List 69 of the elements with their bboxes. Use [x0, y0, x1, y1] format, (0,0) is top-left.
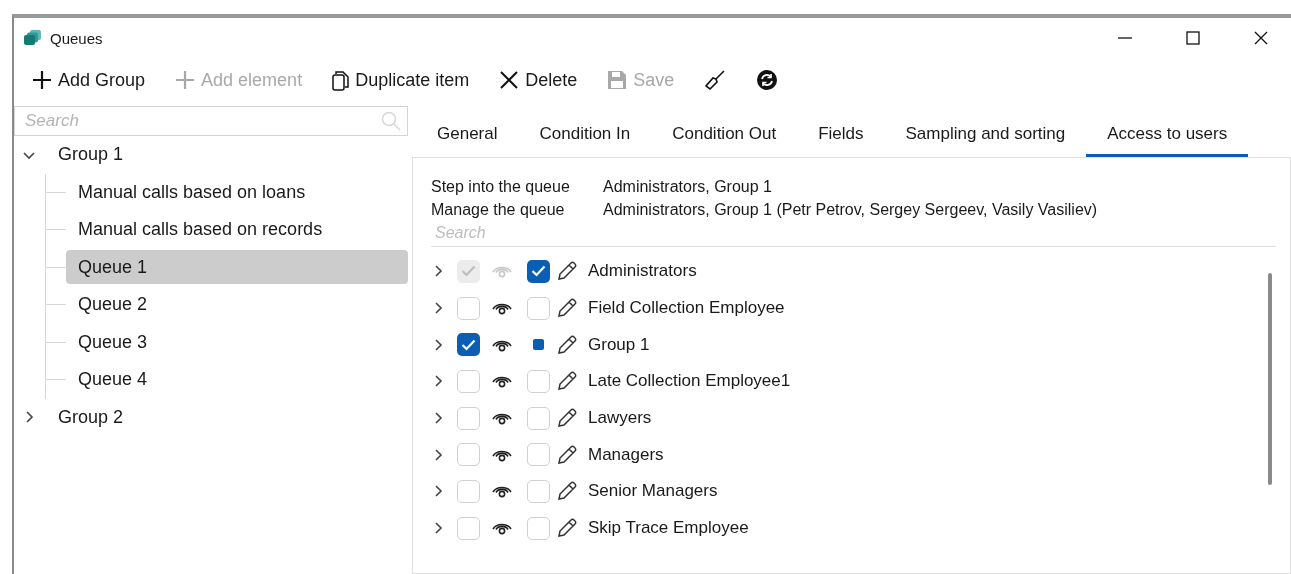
- tab[interactable]: General: [416, 114, 519, 157]
- tree-item[interactable]: Queue 2: [66, 287, 408, 322]
- user-group-name: Administrators: [588, 261, 697, 282]
- pencil-icon: [556, 297, 578, 320]
- pencil-icon: [556, 260, 578, 283]
- copy-icon: [332, 69, 350, 91]
- check-icon: [531, 265, 546, 278]
- tab[interactable]: Sampling and sorting: [884, 114, 1087, 157]
- user-group-name: Managers: [588, 444, 664, 465]
- checkbox[interactable]: [457, 516, 480, 540]
- window-title: Queues: [50, 29, 104, 47]
- tab[interactable]: Condition Out: [651, 114, 798, 157]
- tree-item[interactable]: Queue 1: [66, 250, 408, 285]
- checkbox[interactable]: [457, 479, 480, 503]
- tab[interactable]: Access to users: [1086, 114, 1249, 157]
- close-icon[interactable]: [1253, 30, 1269, 46]
- user-group-name: Skip Trace Employee: [588, 518, 749, 539]
- pencil-icon: [556, 443, 578, 466]
- indeterminate-mark: [533, 339, 544, 351]
- scrollbar[interactable]: [1268, 273, 1272, 485]
- checkbox[interactable]: [527, 443, 550, 467]
- check-icon: [461, 265, 476, 278]
- checkbox[interactable]: [527, 406, 550, 430]
- tree-item[interactable]: Group 1: [54, 142, 128, 168]
- tree-item[interactable]: Group 2: [54, 404, 128, 430]
- pencil-icon: [556, 370, 578, 393]
- checkbox[interactable]: [527, 296, 550, 320]
- save-icon: [607, 70, 628, 90]
- checkbox[interactable]: [527, 479, 550, 503]
- checkbox[interactable]: [457, 296, 480, 320]
- plus-icon: [175, 70, 196, 90]
- summary-label: Step into the queue: [431, 178, 571, 196]
- tree-item[interactable]: Queue 3: [66, 325, 408, 360]
- tree-item[interactable]: Queue 4: [66, 362, 408, 397]
- checkbox[interactable]: [457, 406, 480, 430]
- checkbox[interactable]: [457, 333, 480, 357]
- app-icon: [24, 30, 42, 46]
- refresh-icon[interactable]: [756, 69, 779, 91]
- search-field[interactable]: Search: [14, 106, 408, 136]
- user-group-name: Field Collection Employee: [588, 298, 785, 319]
- broom-icon[interactable]: [704, 69, 727, 91]
- pencil-icon: [556, 333, 578, 356]
- summary-value: Administrators, Group 1: [603, 178, 773, 196]
- toolbar-button[interactable]: Duplicate item: [332, 69, 470, 91]
- summary-value: Administrators, Group 1 (Petr Petrov, Sergey Sergeev, Vasily Vasiliev): [603, 201, 1099, 219]
- user-group-name: Lawyers: [588, 408, 652, 429]
- tab[interactable]: Condition In: [518, 114, 652, 157]
- tree-item[interactable]: Manual calls based on loans: [66, 175, 408, 210]
- pencil-icon: [556, 480, 578, 503]
- checkbox[interactable]: [527, 369, 550, 393]
- user-group-name: Late Collection Employee1: [588, 371, 791, 392]
- tab[interactable]: Fields: [797, 114, 885, 157]
- search-icon: [381, 111, 401, 131]
- checkbox[interactable]: [527, 259, 550, 283]
- toolbar-button[interactable]: Delete: [499, 69, 578, 91]
- pencil-icon: [556, 407, 578, 430]
- summary-label: Manage the queue: [431, 201, 566, 219]
- checkbox[interactable]: [527, 516, 550, 540]
- pencil-icon: [556, 517, 578, 540]
- user-group-name: Senior Managers: [588, 481, 718, 502]
- toolbar-button[interactable]: Add Group: [32, 69, 146, 91]
- checkbox[interactable]: [457, 443, 480, 467]
- checkbox[interactable]: [457, 369, 480, 393]
- plus-icon: [32, 70, 52, 90]
- maximize-icon[interactable]: [1185, 30, 1201, 46]
- user-group-name: Group 1: [588, 334, 650, 355]
- tree-item[interactable]: Manual calls based on records: [66, 212, 408, 247]
- close-icon: [499, 70, 520, 90]
- check-icon: [461, 338, 476, 351]
